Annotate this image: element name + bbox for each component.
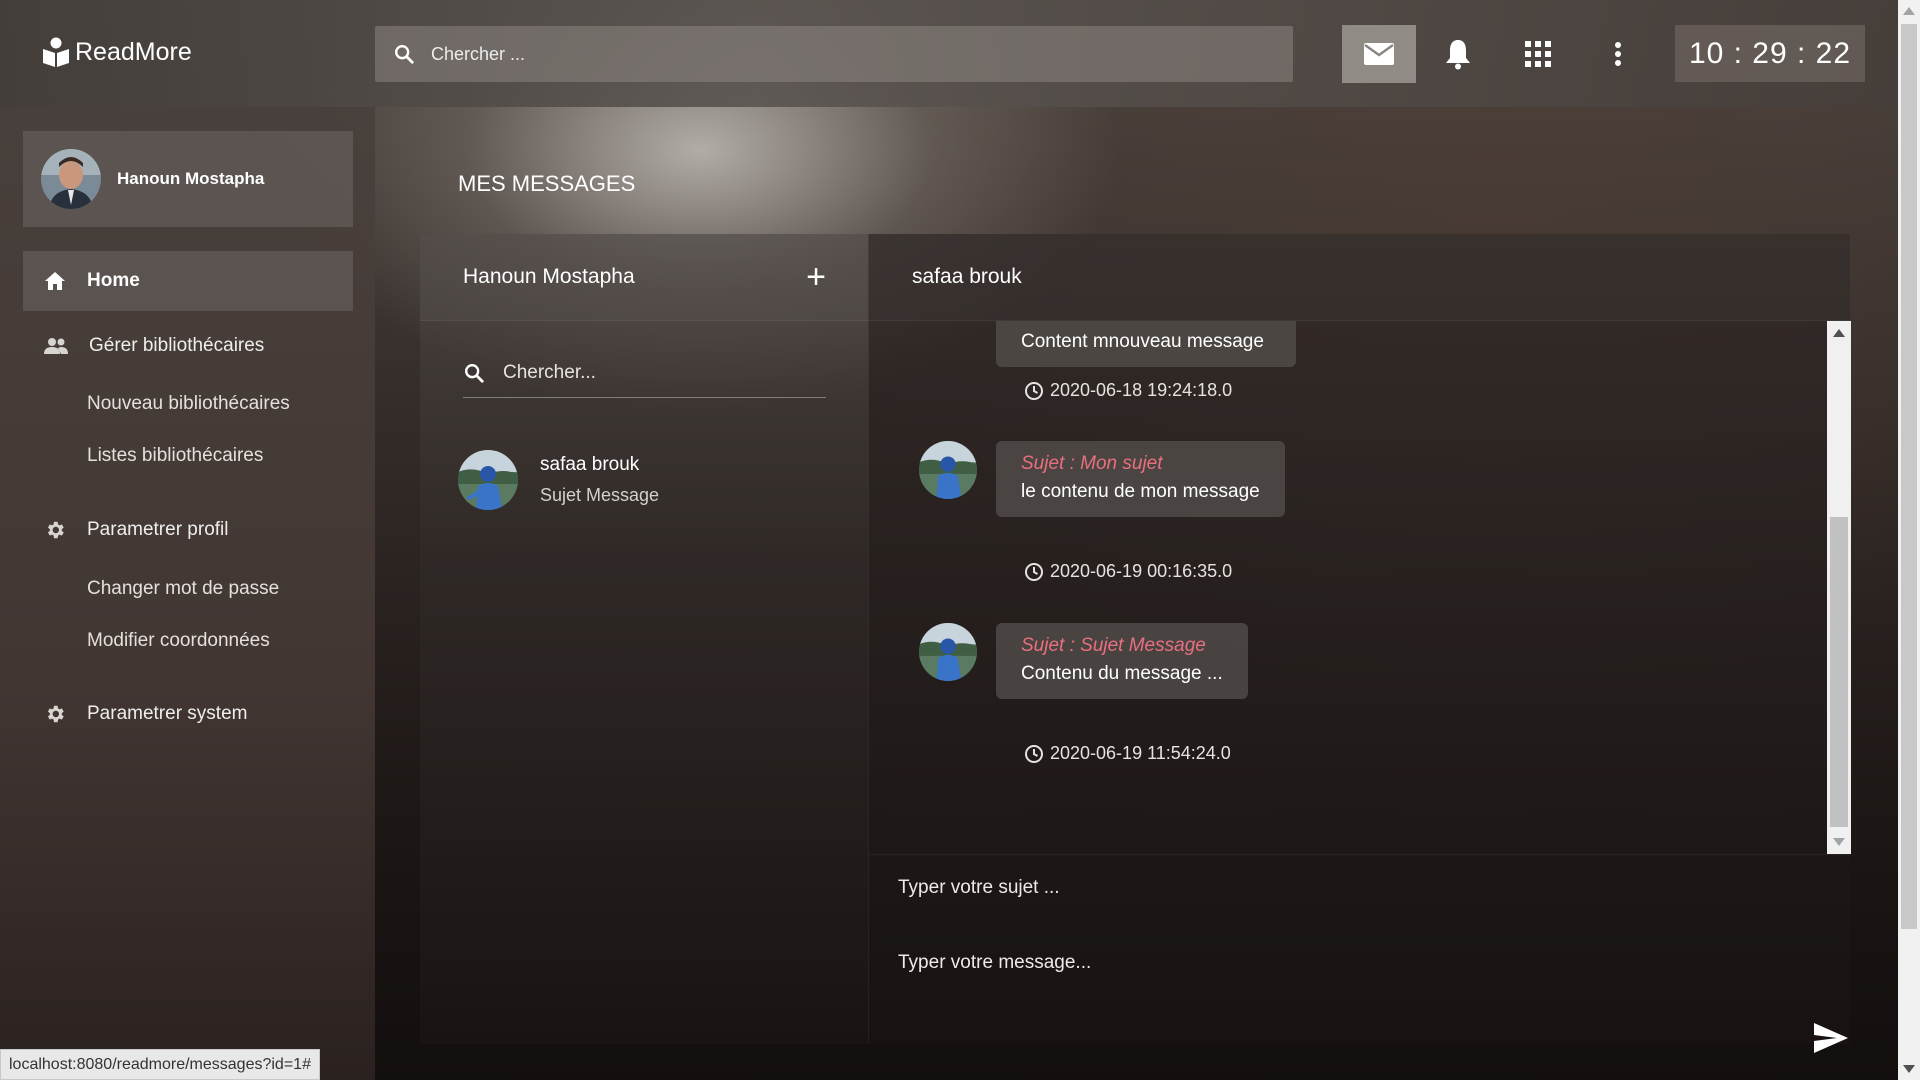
new-message-button[interactable]: + xyxy=(806,260,826,294)
clock-icon xyxy=(1025,744,1043,763)
app-name: ReadMore xyxy=(75,37,192,66)
nav-parametrer-profil[interactable]: Parametrer profil xyxy=(23,500,353,560)
message-timestamp: 2020-06-19 00:16:35.0 xyxy=(1024,561,1232,582)
compose-area xyxy=(869,854,1851,1053)
contact-item[interactable]: safaa brouk Sujet Message xyxy=(458,450,659,510)
chat-panel: safaa brouk Content mnouveau message 202… xyxy=(868,234,1851,1053)
scroll-up-arrow-icon[interactable] xyxy=(1833,329,1845,337)
nav-system-label: Parametrer system xyxy=(87,703,248,724)
top-search-bar[interactable] xyxy=(375,26,1293,82)
more-vertical-icon xyxy=(1615,42,1621,66)
nav-modifier-coordonnees[interactable]: Modifier coordonnées xyxy=(87,630,270,652)
message-input[interactable] xyxy=(898,952,1778,1012)
page-scrollbar-thumb[interactable] xyxy=(1901,24,1917,929)
clock-icon xyxy=(1025,381,1043,400)
scrollbar-thumb[interactable] xyxy=(1830,517,1848,827)
apps-button[interactable] xyxy=(1501,25,1575,83)
apps-grid-icon xyxy=(1525,41,1551,67)
status-bar-url: localhost:8080/readmore/messages?id=1# xyxy=(0,1049,320,1080)
profile-name: Hanoun Mostapha xyxy=(117,169,265,188)
message-avatar xyxy=(919,623,977,681)
nav-home[interactable]: Home xyxy=(23,251,353,311)
user-avatar xyxy=(41,149,101,209)
message-bubble: Sujet : Mon sujet le contenu de mon mess… xyxy=(996,441,1285,517)
message-avatar xyxy=(919,441,977,499)
book-reader-icon xyxy=(43,37,69,67)
nav-listes-bibliothecaires[interactable]: Listes bibliothécaires xyxy=(87,445,263,467)
message-body: Contenu du message ... xyxy=(1021,663,1223,684)
message-subject: Sujet : Mon sujet xyxy=(1021,453,1163,474)
search-icon xyxy=(465,363,484,383)
clock-icon xyxy=(1025,562,1043,581)
nav-changer-mot-de-passe[interactable]: Changer mot de passe xyxy=(87,578,279,600)
mail-icon xyxy=(1364,43,1394,65)
nav-nouveau-bibliothecaires[interactable]: Nouveau bibliothécaires xyxy=(87,393,290,415)
contact-search-input[interactable] xyxy=(503,361,803,384)
nav-home-label: Home xyxy=(87,270,140,291)
send-button[interactable] xyxy=(1813,1022,1849,1059)
more-menu-button[interactable] xyxy=(1581,25,1655,83)
message-list[interactable]: Content mnouveau message 2020-06-18 19:2… xyxy=(869,321,1827,854)
conversations-owner: Hanoun Mostapha xyxy=(463,265,635,288)
message-body: le contenu de mon message xyxy=(1021,481,1260,502)
top-header: ReadMore 10 : 29 : xyxy=(0,0,1898,107)
page-title: MES MESSAGES xyxy=(458,171,636,196)
contact-last-subject: Sujet Message xyxy=(540,485,660,505)
nav-profil-label: Parametrer profil xyxy=(87,519,229,540)
app-logo[interactable]: ReadMore xyxy=(42,36,192,68)
messages-button[interactable] xyxy=(1342,25,1416,83)
message-timestamp: 2020-06-19 11:54:24.0 xyxy=(1024,743,1231,764)
page-scrollbar[interactable] xyxy=(1898,0,1920,1080)
gear-icon xyxy=(47,705,64,723)
chat-contact-name: safaa brouk xyxy=(869,234,1850,321)
nav-gerer-bibliothecaires[interactable]: Gérer bibliothécaires xyxy=(23,316,353,376)
message-subject: Sujet : Sujet Message xyxy=(1021,635,1206,656)
home-icon xyxy=(45,272,65,290)
subject-input[interactable] xyxy=(898,877,1778,899)
nav-gerer-label: Gérer bibliothécaires xyxy=(89,335,265,356)
scroll-down-arrow-icon[interactable] xyxy=(1833,838,1845,846)
page-scroll-down-icon[interactable] xyxy=(1903,1065,1915,1073)
conversations-panel: Hanoun Mostapha + safaa brouk Sujet Mess… xyxy=(420,234,868,1044)
send-icon xyxy=(1814,1023,1848,1053)
contact-avatar xyxy=(458,450,518,510)
gear-icon xyxy=(47,521,64,539)
bell-icon xyxy=(1446,40,1470,70)
message-list-scrollbar[interactable] xyxy=(1827,321,1851,854)
contact-search-bar[interactable] xyxy=(463,348,826,398)
notifications-button[interactable] xyxy=(1421,25,1495,83)
message-bubble: Content mnouveau message xyxy=(996,321,1296,367)
contact-name: safaa brouk xyxy=(540,454,640,475)
message-bubble: Sujet : Sujet Message Contenu du message… xyxy=(996,623,1248,699)
search-icon xyxy=(395,45,414,64)
nav-parametrer-system[interactable]: Parametrer system xyxy=(23,684,353,744)
message-timestamp: 2020-06-18 19:24:18.0 xyxy=(1024,380,1232,401)
page-scroll-up-icon[interactable] xyxy=(1903,7,1915,15)
top-search-input[interactable] xyxy=(431,43,1271,65)
people-icon xyxy=(44,338,68,354)
message-body: Content mnouveau message xyxy=(1021,331,1264,352)
clock-display: 10 : 29 : 22 xyxy=(1675,25,1865,82)
conversations-header: Hanoun Mostapha + xyxy=(420,234,868,321)
sidebar: Hanoun Mostapha Home Gérer bibliothécair… xyxy=(0,107,375,1080)
profile-card[interactable]: Hanoun Mostapha xyxy=(23,131,353,227)
